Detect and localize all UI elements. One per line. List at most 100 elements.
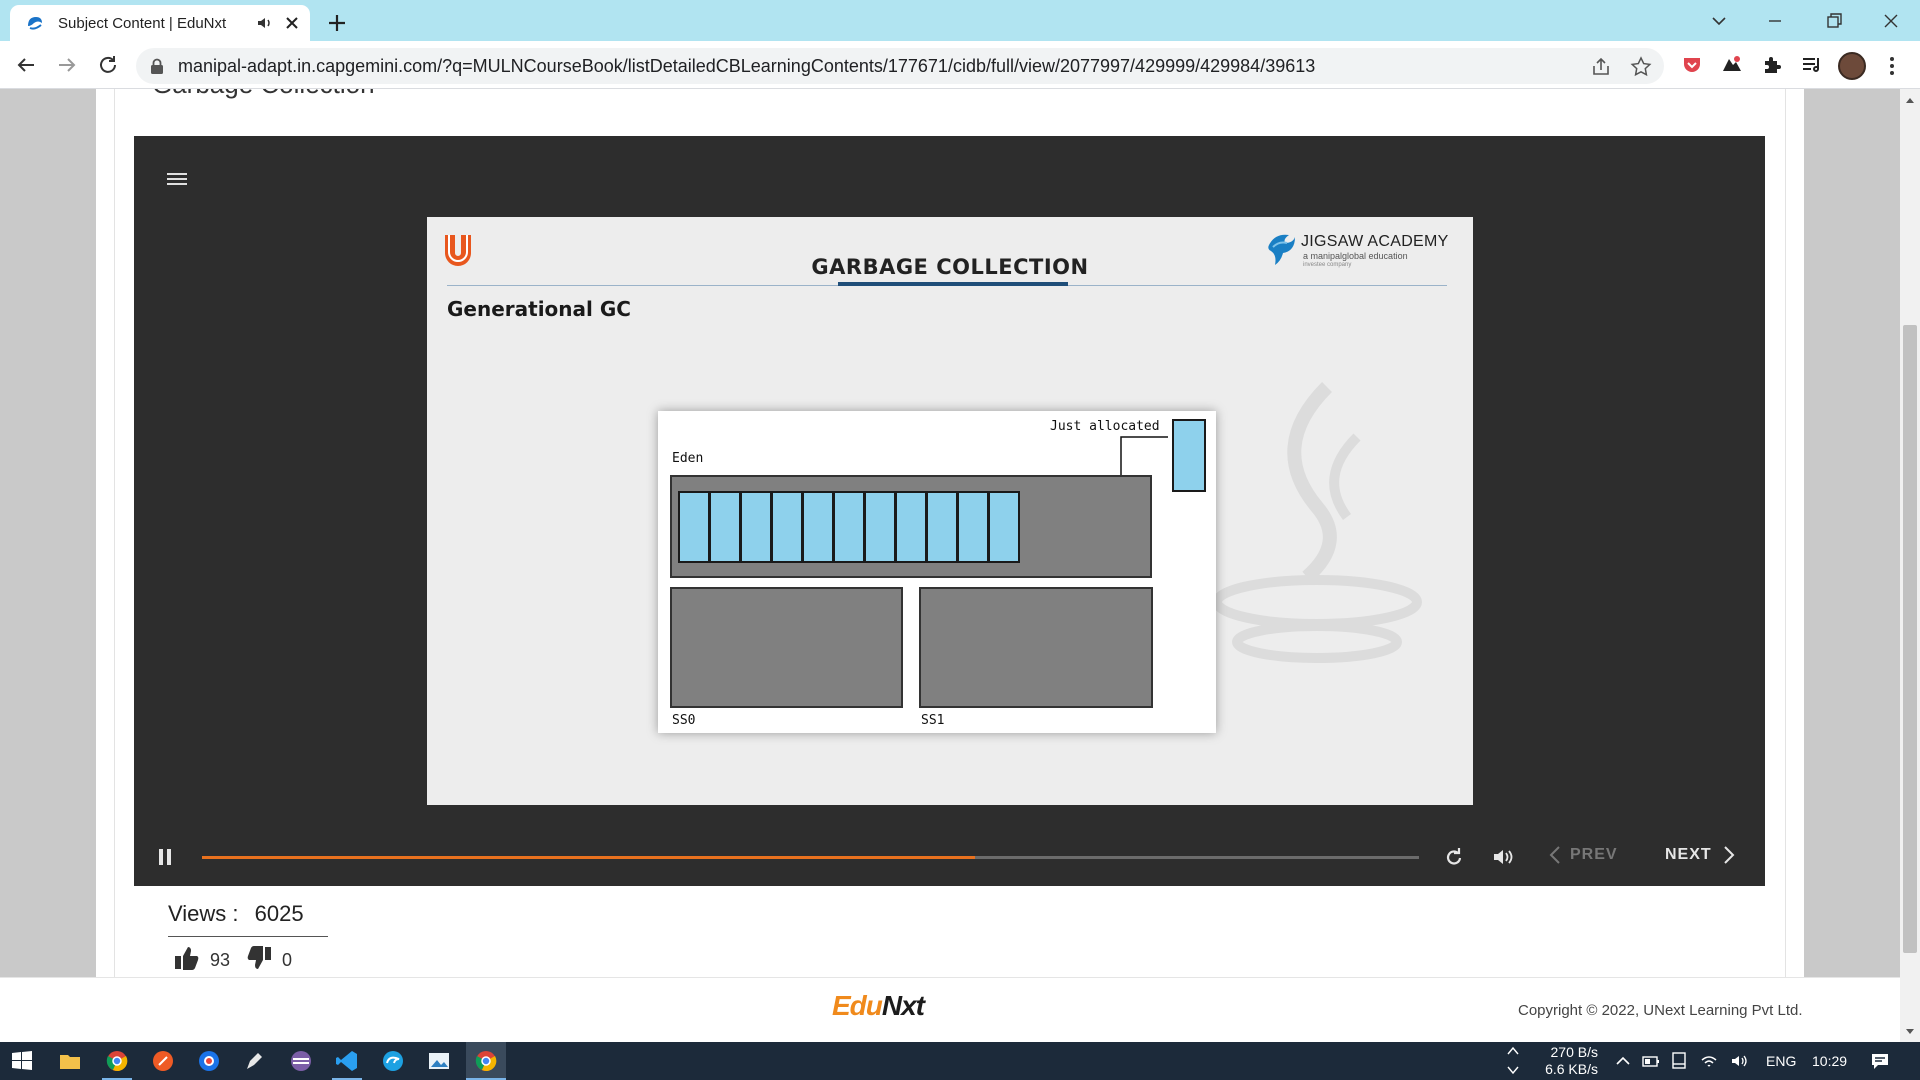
scroll-down-icon[interactable] — [1904, 1027, 1916, 1037]
upload-arrow-icon — [1507, 1046, 1519, 1055]
close-window-icon[interactable] — [1878, 8, 1904, 34]
browser-tab[interactable]: Subject Content | EduNxt — [10, 5, 310, 41]
chrome-window-icon — [475, 1051, 497, 1071]
presentation-slide: GARBAGE COLLECTION JIGSAW ACADEMY a mani… — [427, 217, 1473, 805]
reading-list-icon[interactable] — [1800, 53, 1824, 77]
browser-tab-strip: Subject Content | EduNxt — [0, 0, 1920, 41]
eden-object-cell — [771, 491, 803, 563]
prev-button[interactable]: PREV — [1548, 845, 1618, 865]
file-explorer-icon[interactable] — [58, 1049, 82, 1073]
net-up: 270 B/s — [1550, 1044, 1598, 1060]
reactions: 93 0 — [174, 945, 308, 971]
jigsaw-academy-logo: JIGSAW ACADEMY a manipalglobal education… — [1265, 229, 1455, 271]
survivor-space-0 — [670, 587, 903, 708]
extension-icon[interactable] — [1720, 53, 1744, 77]
eden-object-cell — [802, 491, 834, 563]
volume-icon[interactable] — [1491, 845, 1515, 869]
battery-icon[interactable] — [1642, 1052, 1660, 1070]
eden-object-cell — [957, 491, 989, 563]
replay-icon[interactable] — [1442, 845, 1466, 869]
windows-taskbar: 270 B/s 6.6 KB/s ENG 10:29 — [0, 1042, 1920, 1080]
content-page: Garbage Collection GARBAGE COLLECTION JI… — [96, 89, 1804, 977]
download-arrow-icon — [1507, 1066, 1519, 1075]
page-scrollbar[interactable] — [1900, 89, 1920, 1042]
copyright-text: Copyright © 2022, UNext Learning Pvt Ltd… — [1518, 1002, 1803, 1019]
java-watermark-icon — [1212, 382, 1422, 663]
brand-subtitle-2: investee company — [1303, 262, 1352, 268]
url-text[interactable]: manipal-adapt.in.capgemini.com/?q=MULNCo… — [178, 56, 1315, 77]
dislikes-count: 0 — [282, 949, 293, 970]
net-down: 6.6 KB/s — [1545, 1061, 1598, 1077]
show-hidden-icons-icon[interactable] — [1614, 1052, 1632, 1070]
player-controls: PREV NEXT — [134, 824, 1765, 886]
next-button[interactable]: NEXT — [1665, 845, 1736, 865]
eden-label: Eden — [672, 451, 704, 466]
restore-icon[interactable] — [1821, 8, 1847, 34]
eclipse-icon[interactable] — [289, 1049, 313, 1073]
vscode-icon[interactable] — [335, 1049, 359, 1073]
jigsaw-bird-icon — [1268, 234, 1295, 265]
survivor-space-1 — [919, 587, 1153, 708]
views-counter: Views : 6025 — [168, 901, 328, 937]
scroll-thumb[interactable] — [1903, 325, 1917, 953]
edunxt-favicon-icon — [28, 17, 42, 30]
chrome-icon[interactable] — [105, 1049, 129, 1073]
input-language[interactable]: ENG — [1766, 1053, 1796, 1069]
scroll-up-icon[interactable] — [1904, 95, 1916, 105]
forward-icon[interactable] — [55, 53, 79, 77]
views-label: Views : — [168, 901, 239, 926]
speaker-icon[interactable] — [1730, 1052, 1748, 1070]
views-value: 6025 — [254, 901, 304, 926]
tab-audio-icon[interactable] — [256, 14, 274, 32]
lock-icon[interactable] — [150, 58, 164, 74]
eden-object-cell — [740, 491, 772, 563]
thumbs-down-icon[interactable] — [246, 945, 272, 971]
eden-object-cell — [864, 491, 896, 563]
tablet-icon[interactable] — [1670, 1052, 1688, 1070]
clock-time[interactable]: 10:29 — [1812, 1053, 1847, 1069]
logo-nxt: Nxt — [881, 990, 925, 1021]
minimize-icon[interactable] — [1762, 8, 1788, 34]
next-label: NEXT — [1665, 846, 1712, 863]
tab-search-chevron-icon[interactable] — [1706, 8, 1732, 34]
brand-name: JIGSAW ACADEMY — [1301, 233, 1449, 250]
share-icon[interactable] — [1590, 56, 1612, 78]
progress-bar[interactable] — [202, 856, 1419, 859]
notifications-icon[interactable] — [1870, 1051, 1890, 1071]
profile-avatar[interactable] — [1838, 52, 1866, 80]
eden-object-cell — [709, 491, 741, 563]
edunxt-logo: EduNxt — [832, 990, 925, 1022]
bookmark-star-icon[interactable] — [1630, 56, 1652, 78]
back-icon[interactable] — [14, 53, 38, 77]
active-taskbar-item[interactable] — [466, 1042, 506, 1080]
tab-close-icon[interactable] — [284, 15, 300, 31]
page-viewport: Garbage Collection GARBAGE COLLECTION JI… — [0, 89, 1920, 1042]
new-tab-icon[interactable] — [324, 10, 350, 36]
ss0-label: SS0 — [672, 713, 696, 728]
postman-icon[interactable] — [151, 1049, 175, 1073]
browser-menu-icon[interactable] — [1880, 54, 1904, 78]
photos-icon[interactable] — [427, 1049, 451, 1073]
progress-fill — [202, 856, 975, 859]
eden-object-cell — [678, 491, 710, 563]
hamburger-menu-icon[interactable] — [165, 170, 189, 188]
just-allocated-label: Just allocated — [1050, 419, 1160, 434]
wifi-icon[interactable] — [1700, 1052, 1718, 1070]
pocket-extension-icon[interactable] — [1680, 53, 1704, 77]
chevron-right-icon — [1723, 846, 1735, 864]
section-title: Garbage Collection — [152, 89, 375, 100]
video-player[interactable]: GARBAGE COLLECTION JIGSAW ACADEMY a mani… — [134, 136, 1765, 886]
reload-icon[interactable] — [96, 53, 120, 77]
thumbs-up-icon[interactable] — [174, 945, 200, 971]
pen-app-icon[interactable] — [243, 1049, 267, 1073]
edge-icon[interactable] — [381, 1049, 405, 1073]
brand-subtitle: a manipalglobal education — [1303, 251, 1408, 261]
pause-icon[interactable] — [157, 848, 173, 866]
likes-count: 93 — [210, 949, 231, 970]
chevron-left-icon — [1549, 846, 1560, 864]
windows-start-icon[interactable] — [10, 1049, 34, 1073]
address-bar[interactable]: manipal-adapt.in.capgemini.com/?q=MULNCo… — [136, 48, 1664, 84]
eden-object-cell — [926, 491, 958, 563]
extensions-puzzle-icon[interactable] — [1760, 53, 1784, 77]
app-icon[interactable] — [197, 1049, 221, 1073]
